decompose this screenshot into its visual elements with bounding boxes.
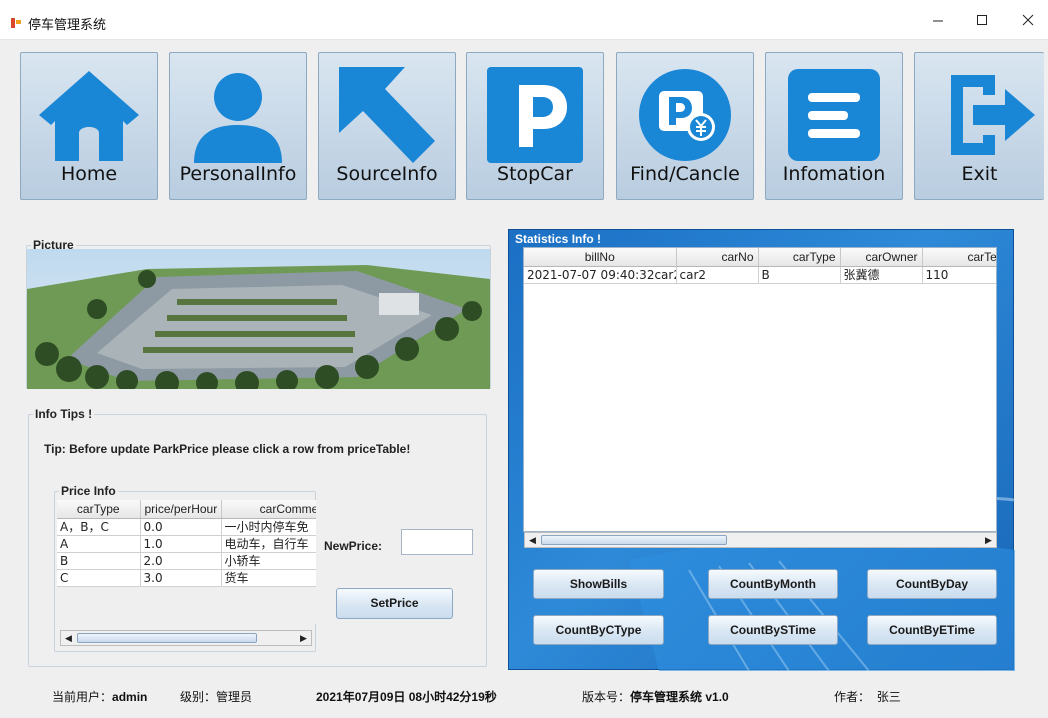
nav-stopcar-button[interactable]: StopCar xyxy=(466,52,604,200)
window-title: 停车管理系统 xyxy=(28,17,107,32)
statistics-table[interactable]: billNo carNo carType carOwner carTel 202… xyxy=(524,248,996,284)
nav-infomation-label: Infomation xyxy=(782,163,886,185)
stats-col-cartype[interactable]: carType xyxy=(758,248,841,267)
statistics-legend: Statistics Info ! xyxy=(515,232,602,246)
status-level: 级别：管理员 xyxy=(180,688,252,705)
table-cell: 2.0 xyxy=(140,552,222,570)
status-author-label: 作者： xyxy=(834,690,871,704)
table-cell: C xyxy=(57,569,141,587)
count-by-stime-button[interactable]: CountBySTime xyxy=(708,615,838,645)
nav-infomation-button[interactable]: Infomation xyxy=(765,52,903,200)
title-bar: 停车管理系统 xyxy=(0,0,1048,40)
nav-findcancle-button[interactable]: Find/Cancle xyxy=(616,52,754,200)
nav-home-label: Home xyxy=(60,163,118,185)
show-bills-button[interactable]: ShowBills xyxy=(533,569,664,599)
nav-home-button[interactable]: Home xyxy=(20,52,158,200)
price-col-cartype[interactable]: carType xyxy=(57,500,141,519)
table-row[interactable]: C 3.0 货车 xyxy=(57,569,316,587)
table-cell: 0.0 xyxy=(140,518,222,536)
status-user: 当前用户：admin xyxy=(52,688,147,705)
scroll-left-icon[interactable]: ◀ xyxy=(61,631,76,645)
status-user-label: 当前用户： xyxy=(52,690,113,704)
nav-personalinfo-label: PersonalInfo xyxy=(179,163,297,185)
stats-col-carowner[interactable]: carOwner xyxy=(840,248,923,267)
table-cell: 3.0 xyxy=(140,569,222,587)
exit-icon xyxy=(951,75,1035,155)
parking-icon xyxy=(487,67,583,163)
price-table-hscrollbar[interactable]: ◀ ▶ xyxy=(60,630,312,646)
table-cell: 110 xyxy=(922,266,996,284)
table-cell: 电动车，自行车 xyxy=(221,535,316,553)
nav-sourceinfo-label: SourceInfo xyxy=(336,163,438,185)
status-author: 作者： 张三 xyxy=(834,688,901,705)
nav-exit-label: Exit xyxy=(961,163,998,185)
table-cell: 货车 xyxy=(221,569,316,587)
table-cell: 小轿车 xyxy=(221,552,316,570)
nav-sourceinfo-button[interactable]: SourceInfo xyxy=(318,52,456,200)
info-tip-text: Tip: Before update ParkPrice please clic… xyxy=(44,442,411,456)
count-by-ctype-button[interactable]: CountByCType xyxy=(533,615,664,645)
minimize-button[interactable] xyxy=(918,8,958,34)
table-row[interactable]: B 2.0 小轿车 xyxy=(57,552,316,570)
status-level-value: 管理员 xyxy=(216,690,253,704)
nav-findcancle-label: Find/Cancle xyxy=(630,163,740,185)
table-cell: A，B，C xyxy=(57,518,141,536)
table-cell: 张冀德 xyxy=(840,266,923,284)
nav-stopcar-label: StopCar xyxy=(497,163,573,185)
person-icon xyxy=(194,73,282,163)
table-row[interactable]: 2021-07-07 09:40:32car2 car2 B 张冀德 110 xyxy=(524,266,996,284)
price-table[interactable]: carType price/perHour carComme A，B，C 0.0… xyxy=(57,500,316,587)
price-info-legend: Price Info xyxy=(61,484,116,498)
count-by-month-button[interactable]: CountByMonth xyxy=(708,569,838,599)
status-version: 版本号：停车管理系统 v1.0 xyxy=(582,688,729,705)
arrow-pointer-icon xyxy=(339,67,435,163)
count-by-day-button[interactable]: CountByDay xyxy=(867,569,997,599)
scroll-right-icon[interactable]: ▶ xyxy=(296,631,311,645)
new-price-input[interactable] xyxy=(401,529,473,555)
set-price-button[interactable]: SetPrice xyxy=(336,588,453,619)
table-cell: A xyxy=(57,535,141,553)
statistics-table-viewport[interactable]: billNo carNo carType carOwner carTel 202… xyxy=(523,247,997,532)
stats-col-cartel[interactable]: carTel xyxy=(922,248,996,267)
close-button[interactable] xyxy=(1008,8,1048,34)
status-version-value: 停车管理系统 v1.0 xyxy=(630,690,729,704)
nav-personalinfo-button[interactable]: PersonalInfo xyxy=(169,52,307,200)
table-cell: B xyxy=(758,266,841,284)
table-cell: 1.0 xyxy=(140,535,222,553)
price-col-price[interactable]: price/perHour xyxy=(140,500,222,519)
list-icon xyxy=(788,69,880,161)
parking-lot-image xyxy=(27,249,490,389)
status-user-value: admin xyxy=(112,690,148,704)
scroll-right-icon[interactable]: ▶ xyxy=(981,533,996,547)
maximize-icon xyxy=(977,15,987,25)
price-table-viewport[interactable]: carType price/perHour carComme A，B，C 0.0… xyxy=(57,500,316,624)
table-cell: 一小时内停车免 xyxy=(221,518,316,536)
parking-payment-icon xyxy=(639,69,731,161)
status-version-label: 版本号： xyxy=(582,690,631,704)
status-author-value: 张三 xyxy=(876,690,901,704)
minimize-icon xyxy=(933,20,943,22)
app-logo-icon xyxy=(11,18,21,28)
stats-col-carno[interactable]: carNo xyxy=(676,248,759,267)
table-cell: car2 xyxy=(676,266,759,284)
status-level-label: 级别： xyxy=(180,690,217,704)
info-tips-legend: Info Tips ! xyxy=(35,407,93,421)
scroll-left-icon[interactable]: ◀ xyxy=(525,533,540,547)
home-icon xyxy=(39,71,139,161)
stats-col-billno[interactable]: billNo xyxy=(524,248,677,267)
close-icon xyxy=(1022,14,1034,26)
scrollbar-thumb[interactable] xyxy=(541,535,727,545)
statistics-table-hscrollbar[interactable]: ◀ ▶ xyxy=(524,532,997,548)
table-cell: B xyxy=(57,552,141,570)
maximize-button[interactable] xyxy=(962,8,1002,34)
table-row[interactable]: A 1.0 电动车，自行车 xyxy=(57,535,316,553)
table-cell: 2021-07-07 09:40:32car2 xyxy=(524,266,677,284)
new-price-label: NewPrice: xyxy=(324,539,383,553)
status-datetime: 2021年07月09日 08小时42分19秒 xyxy=(316,690,497,704)
price-col-carcomment[interactable]: carComme xyxy=(221,500,316,519)
table-row[interactable]: A，B，C 0.0 一小时内停车免 xyxy=(57,518,316,536)
count-by-etime-button[interactable]: CountByETime xyxy=(867,615,997,645)
nav-exit-button[interactable]: Exit xyxy=(914,52,1044,200)
scrollbar-thumb[interactable] xyxy=(77,633,257,643)
